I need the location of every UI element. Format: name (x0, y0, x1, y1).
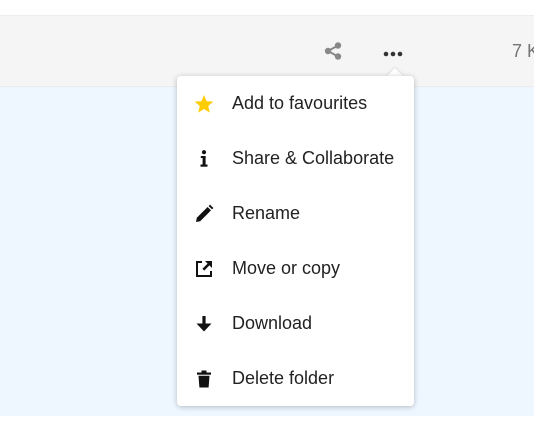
menu-item-label: Move or copy (232, 258, 341, 278)
info-icon (194, 149, 214, 169)
list-footer (0, 416, 534, 440)
previous-file-row (0, 0, 534, 16)
trash-icon (194, 369, 214, 389)
download-arrow-icon (194, 314, 214, 334)
menu-item-rename[interactable]: Rename (177, 186, 414, 241)
menu-item-label: Add to favourites (232, 93, 368, 113)
external-link-icon (194, 259, 214, 279)
menu-item-delete-folder[interactable]: Delete folder (177, 351, 414, 406)
pencil-icon (194, 204, 214, 224)
menu-item-label: Share & Collaborate (232, 148, 395, 168)
menu-item-label: Delete folder (232, 368, 335, 388)
menu-list: Add to favourites Share & Collaborate Re… (177, 76, 414, 406)
menu-item-label: Download (232, 313, 313, 333)
menu-item-label: Rename (232, 203, 301, 223)
more-actions-button[interactable] (379, 40, 407, 66)
menu-item-move-or-copy[interactable]: Move or copy (177, 241, 414, 296)
more-horizontal-icon (383, 44, 403, 62)
file-size: 7 K (512, 41, 534, 61)
share-icon (323, 41, 343, 66)
menu-item-download[interactable]: Download (177, 296, 414, 351)
share-button[interactable] (320, 40, 346, 66)
menu-item-share-and-collaborate[interactable]: Share & Collaborate (177, 131, 414, 186)
file-actions-menu: Add to favourites Share & Collaborate Re… (177, 76, 414, 406)
star-icon (194, 94, 214, 114)
menu-item-add-to-favourites[interactable]: Add to favourites (177, 76, 414, 131)
